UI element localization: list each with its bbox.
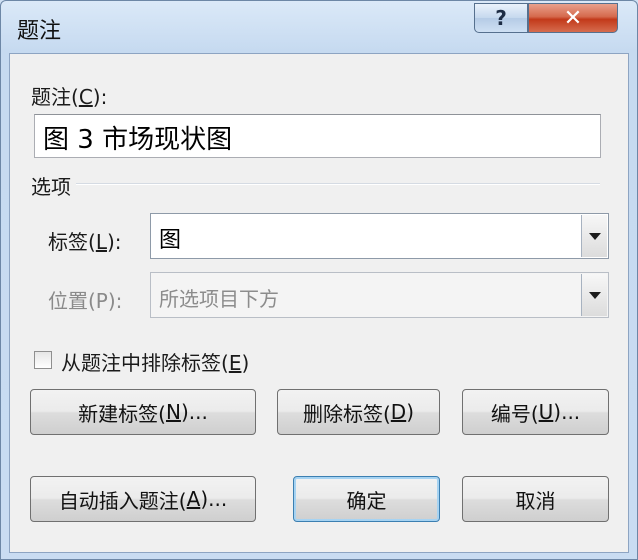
delete-label-button[interactable]: 删除标签(D) [277,389,440,435]
numbering-button[interactable]: 编号(U)... [462,389,609,435]
position-select-dropdown-button[interactable] [581,274,607,316]
caption-accesskey: C [78,85,93,109]
cancel-button[interactable]: 取消 [462,476,609,522]
close-button[interactable]: ✕ [528,3,618,33]
label-accesskey: L [95,230,107,254]
options-group-label: 选项 [31,175,71,199]
label-select-dropdown-button[interactable] [581,215,607,257]
label-field-label: 标签(L): [48,230,122,254]
chevron-down-icon [588,291,601,299]
exclude-label-checkbox[interactable] [34,351,52,369]
new-label-button[interactable]: 新建标签(N)... [30,389,256,435]
position-select-value: 所选项目下方 [159,287,279,311]
chevron-down-icon [588,232,601,240]
label-select[interactable]: 图 [150,213,609,259]
auto-caption-button[interactable]: 自动插入题注(A)... [30,476,256,522]
dialog-title: 题注 [17,19,62,44]
exclude-accesskey: E [228,351,242,375]
dialog-body: 题注(C): 图 3 市场现状图 选项 标签(L): 图 位置(P): 所选项目… [9,53,629,553]
caption-dialog: 题注 ? ✕ 题注(C): 图 3 市场现状图 选项 标签(L): 图 位置(P… [0,0,638,560]
title-bar[interactable]: 题注 ? ✕ [1,1,637,53]
caption-input[interactable]: 图 3 市场现状图 [34,114,601,158]
position-select[interactable]: 所选项目下方 [150,272,609,318]
close-icon: ✕ [563,5,583,31]
position-field-label: 位置(P): [48,289,123,313]
exclude-label-text[interactable]: 从题注中排除标签(E) [61,347,249,376]
options-group-divider [76,183,600,185]
label-select-value: 图 [159,228,182,253]
ok-button[interactable]: 确定 [293,476,440,522]
help-button[interactable]: ? [474,3,528,33]
help-icon: ? [495,6,507,30]
caption-label: 题注(C): [31,85,108,109]
